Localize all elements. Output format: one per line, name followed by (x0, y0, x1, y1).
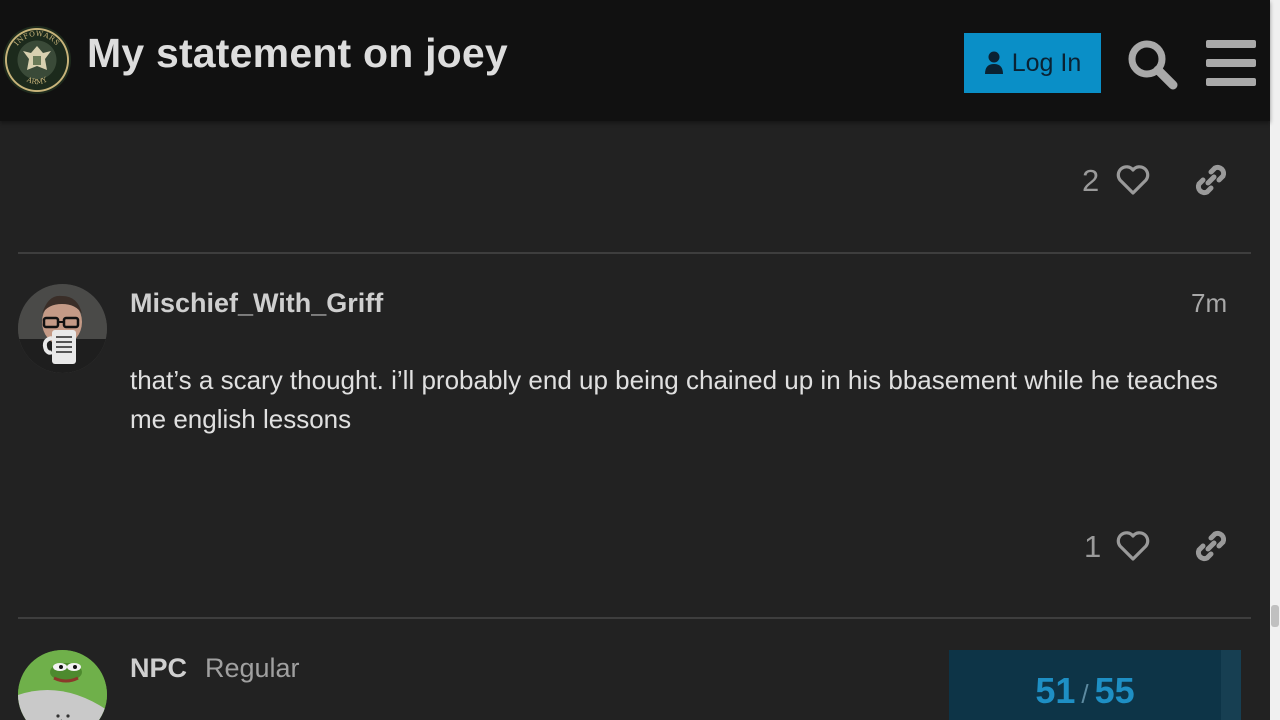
logo-text-bottom: ARMY (25, 75, 49, 86)
avatar[interactable] (18, 650, 107, 720)
link-icon[interactable] (1193, 528, 1229, 564)
menu-bar (1206, 78, 1256, 86)
search-button[interactable] (1124, 36, 1180, 92)
like-count: 2 (1082, 163, 1100, 198)
avatar-image (18, 284, 107, 373)
login-button[interactable]: Log In (964, 33, 1101, 93)
heart-icon[interactable] (1116, 164, 1150, 196)
post-body: that’s a scary thought. i’ll probably en… (130, 365, 1218, 434)
hamburger-menu-icon[interactable] (1206, 40, 1256, 86)
logo-seal-icon: INFOWARS ARMY (13, 30, 61, 87)
scrollbar-thumb[interactable] (1271, 605, 1279, 627)
user-title: Regular (205, 653, 300, 683)
svg-text:INFOWARS: INFOWARS (13, 30, 61, 48)
like-count: 1 (1084, 529, 1102, 564)
post-date[interactable]: 7m (1191, 288, 1227, 319)
search-icon (1128, 40, 1178, 90)
progress-current: 51 (1035, 670, 1076, 711)
avatar[interactable] (18, 284, 107, 373)
progress-counter: 51/55 (949, 670, 1221, 712)
post-divider (18, 252, 1251, 254)
logo-text-top: INFOWARS (13, 30, 61, 48)
svg-text:ARMY: ARMY (25, 75, 49, 86)
avatar-image (18, 650, 107, 720)
site-logo[interactable]: INFOWARS ARMY (3, 26, 71, 94)
topic-page: INFOWARS ARMY My statement on joey Log I… (0, 0, 1280, 720)
post-divider (18, 617, 1251, 619)
heart-icon[interactable] (1116, 530, 1150, 562)
link-icon[interactable] (1193, 162, 1229, 198)
topic-title[interactable]: My statement on joey (87, 30, 508, 77)
progress-total: 55 (1094, 670, 1135, 711)
site-header: INFOWARS ARMY My statement on joey Log I… (0, 0, 1270, 121)
user-icon (984, 51, 1003, 74)
login-label: Log In (1011, 48, 1082, 77)
post-username[interactable]: NPC (130, 653, 187, 684)
menu-bar (1206, 59, 1256, 67)
progress-separator: / (1081, 679, 1089, 709)
topic-progress[interactable]: 51/55 (949, 650, 1241, 720)
post-username[interactable]: Mischief_With_Griff (130, 288, 383, 319)
page-scrollbar[interactable] (1270, 0, 1280, 720)
menu-bar (1206, 40, 1256, 48)
